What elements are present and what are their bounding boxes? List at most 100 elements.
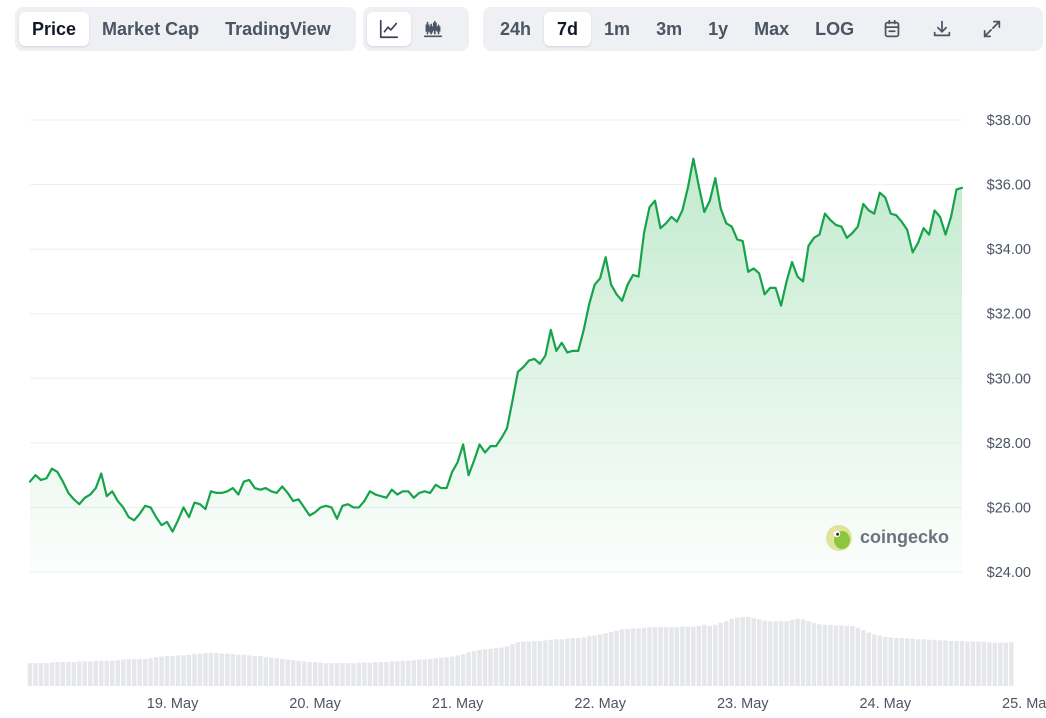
x-tick-label: 24. May [859,696,911,712]
volume-bar [526,641,532,686]
volume-bar [762,620,767,686]
x-tick-label: 19. May [147,696,199,712]
volume-bar [192,654,197,686]
volume-bar [647,627,652,686]
volume-bar [318,662,323,686]
volume-bar [345,663,351,686]
volume-bar [110,660,115,686]
volume-bar [488,648,493,686]
volume-bar [877,635,882,686]
volume-bar [548,639,554,686]
volume-bar [384,662,389,686]
volume-bar [795,618,800,686]
volume-bar [893,638,899,686]
volume-bar [910,638,915,686]
volume-bar [203,653,208,686]
volume-bar [126,659,131,686]
volume-bar [921,639,926,686]
volume-bar [504,646,510,686]
volume-bar [899,638,904,686]
volume-bar [66,662,71,686]
volume-bar [99,660,104,686]
volume-bar [334,663,340,686]
volume-bar [581,637,586,686]
volume-bar [987,642,992,686]
volume-bar [186,654,192,686]
volume-bar [55,662,60,686]
volume-bar [948,641,954,686]
volume-bar [603,633,608,686]
volume-bar [449,656,455,686]
volume-bar [153,657,159,686]
volume-bar [214,653,219,686]
volume-bar [937,640,943,686]
volume-bar [367,662,373,686]
volume-bar [669,627,674,686]
volume-bar [959,641,965,686]
volume-bar [268,657,274,686]
volume-bar [60,662,66,686]
volume-bar [537,641,543,686]
volume-bar [93,660,99,686]
volume-bar [641,627,647,686]
volume-bar [565,638,570,686]
volume-bar [691,626,696,686]
volume-bar [307,662,312,686]
volume-bar [707,626,713,686]
volume-bar [839,625,844,686]
x-tick-label: 23. May [717,696,769,712]
volume-bar [554,639,559,686]
volume-bar [33,663,38,686]
volume-bar [729,618,734,686]
volume-bar [970,641,976,686]
volume-bar [301,661,307,686]
volume-bar [411,660,416,686]
volume-bar [844,626,850,686]
volume-bar [718,623,724,686]
volume-bar [362,662,367,686]
volume-bar [685,626,691,686]
volume-bar [822,624,828,686]
x-tick-label: 22. May [574,696,626,712]
volume-bar [356,662,362,686]
volume-bar [828,624,833,686]
volume-bar [120,659,126,686]
volume-bar [400,660,406,686]
volume-bar [773,621,778,686]
volume-bar [1009,642,1014,686]
y-tick-label: $36.00 [987,178,1031,194]
volume-bar [417,659,422,686]
volume-bar [181,655,186,686]
volume-bar [378,662,384,686]
volume-bar [296,660,301,686]
volume-bar [258,656,263,686]
volume-bar [778,621,784,686]
volume-bar [658,627,663,686]
volume-bar [88,661,93,686]
volume-bar [340,663,345,686]
y-tick-label: $32.00 [987,307,1031,323]
volume-bar [855,627,861,686]
volume-bar [981,641,987,686]
volume-bar [789,620,795,686]
volume-bar [131,659,137,686]
volume-bar [395,661,400,686]
volume-bar [159,656,164,686]
volume-bar [817,624,822,686]
volume-bar [142,659,148,686]
volume-bar [247,655,252,686]
price-chart: $24.00 $26.00 $28.00 $30.00 $32.00 $34.00 $36.… [27,113,1046,712]
volume-bar [148,658,153,686]
volume-bar [285,659,290,686]
volume-bar [724,621,729,686]
volume-bar [734,617,740,686]
volume-bar [652,627,658,686]
volume-bar [904,638,910,686]
volume-bar [197,653,203,686]
volume-bar [433,658,438,686]
volume-bar [663,627,669,686]
volume-bar [532,641,537,686]
volume-bar [49,662,55,686]
volume-bar [312,662,318,686]
volume-bar [570,638,575,686]
